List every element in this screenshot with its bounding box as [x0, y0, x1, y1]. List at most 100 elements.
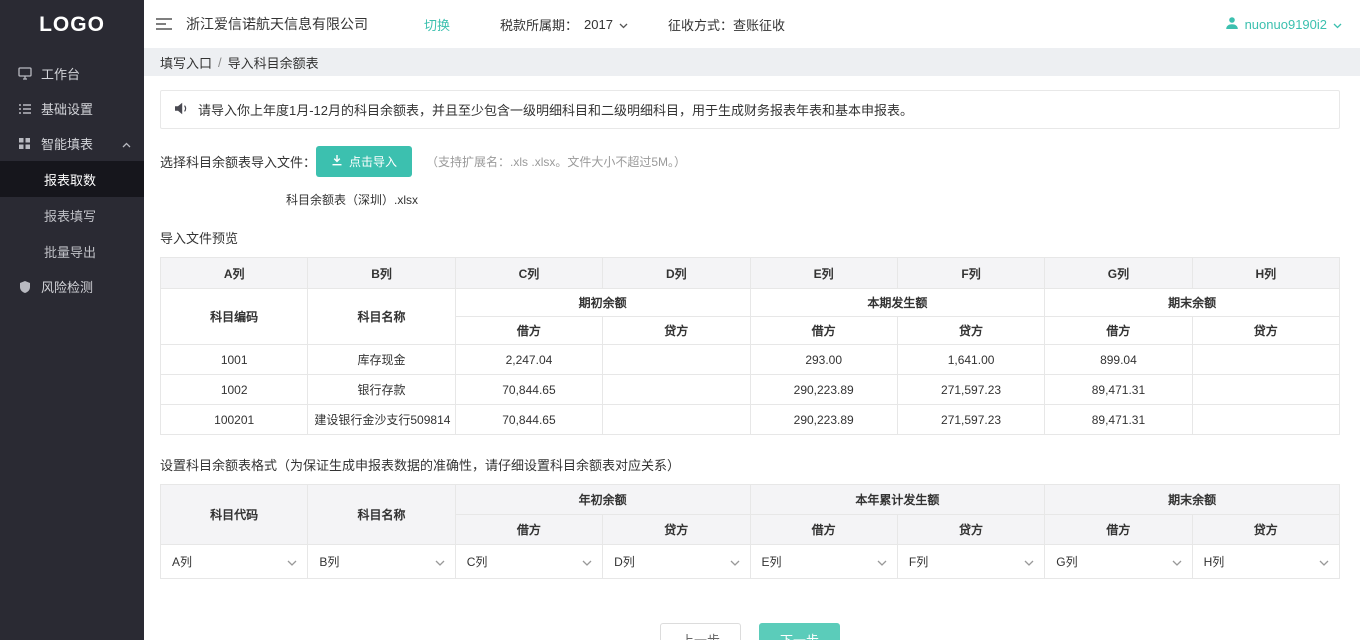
upload-label: 选择科目余额表导入文件：: [160, 152, 316, 171]
sidebar-item-report-fetch[interactable]: 报表取数: [0, 161, 144, 197]
switch-company-link[interactable]: 切换: [424, 15, 450, 34]
table-row: 100201 建设银行金沙支行509814 70,844.65 290,223.…: [161, 405, 1340, 435]
cell-code: 100201: [161, 405, 308, 435]
column-header: B列: [308, 258, 455, 289]
file-extension-hint: （支持扩展名：.xls .xlsx。文件大小不超过5M。）: [426, 153, 686, 170]
sidebar-menu: 工作台 基础设置 智能填表 报表取数 报表填写: [0, 50, 144, 304]
cell-value: 271,597.23: [897, 375, 1044, 405]
cell-name: 库存现金: [308, 345, 455, 375]
mapping-select-end-credit[interactable]: H列: [1193, 545, 1339, 578]
chevron-down-icon: [1024, 555, 1034, 569]
import-button-label: 点击导入: [349, 153, 397, 170]
breadcrumb-page: 导入科目余额表: [228, 53, 319, 72]
cell-name: 银行存款: [308, 375, 455, 405]
sidebar-item-workbench[interactable]: 工作台: [0, 56, 144, 91]
chevron-down-icon: [1319, 555, 1329, 569]
preview-title: 导入文件预览: [160, 228, 1340, 247]
company-name: 浙江爱信诺航天信息有限公司: [186, 14, 368, 34]
menu-toggle-icon[interactable]: [156, 18, 172, 30]
group-header: 年初余额: [455, 485, 750, 515]
mapping-select-end-debit[interactable]: G列: [1045, 545, 1191, 578]
shield-icon: [17, 280, 32, 294]
group-header: 本年累计发生额: [750, 485, 1045, 515]
column-header: F列: [897, 258, 1044, 289]
user-icon: [1225, 16, 1239, 33]
notice-banner: 请导入你上年度1月-12月的科目余额表，并且至少包含一级明细科目和二级明细科目，…: [160, 90, 1340, 129]
chevron-down-icon: [1333, 17, 1342, 32]
select-value: C列: [467, 553, 488, 570]
cell-value: 1,641.00: [897, 345, 1044, 375]
import-button[interactable]: 点击导入: [316, 146, 412, 177]
cell-code: 1001: [161, 345, 308, 375]
select-value: D列: [614, 553, 635, 570]
name-header: 科目名称: [308, 289, 455, 345]
credit-header: 贷方: [603, 515, 750, 545]
tax-period-value: 2017: [584, 17, 613, 32]
mapping-select-name[interactable]: B列: [308, 545, 454, 578]
chevron-down-icon: [619, 17, 628, 32]
name-header: 科目名称: [308, 485, 455, 545]
main: 浙江爱信诺航天信息有限公司 切换 税款所属期： 2017 征收方式：查账征收 n…: [144, 0, 1360, 640]
workbench-icon: [17, 67, 32, 80]
debit-header: 借方: [455, 515, 602, 545]
sidebar: LOGO 工作台 基础设置 智能填表: [0, 0, 144, 640]
debit-header: 借方: [750, 317, 897, 345]
group-header: 本期发生额: [750, 289, 1045, 317]
sidebar-item-risk-check[interactable]: 风险检测: [0, 269, 144, 304]
user-menu[interactable]: nuonuo9190i2: [1225, 16, 1342, 33]
uploaded-filename: 科目余额表（深圳）.xlsx: [286, 191, 1340, 208]
sidebar-item-label: 报表取数: [44, 170, 96, 189]
cell-name: 建设银行金沙支行509814: [308, 405, 455, 435]
column-header: G列: [1045, 258, 1192, 289]
mapping-select-code[interactable]: A列: [161, 545, 307, 578]
cell-value: 293.00: [750, 345, 897, 375]
sidebar-item-label: 工作台: [41, 64, 80, 83]
sidebar-item-report-fill[interactable]: 报表填写: [0, 197, 144, 233]
sidebar-item-basic-settings[interactable]: 基础设置: [0, 91, 144, 126]
sidebar-item-smart-form[interactable]: 智能填表: [0, 126, 144, 161]
breadcrumb-separator: /: [218, 55, 222, 70]
sidebar-item-label: 报表填写: [44, 206, 96, 225]
list-settings-icon: [17, 103, 32, 115]
cell-code: 1002: [161, 375, 308, 405]
select-value: F列: [909, 553, 928, 570]
credit-header: 贷方: [897, 515, 1044, 545]
sidebar-item-batch-export[interactable]: 批量导出: [0, 233, 144, 269]
table-row: 1002 银行存款 70,844.65 290,223.89 271,597.2…: [161, 375, 1340, 405]
credit-header: 贷方: [603, 317, 750, 345]
sidebar-item-label: 批量导出: [44, 242, 96, 261]
cell-value: [1192, 345, 1339, 375]
prev-button[interactable]: 上一步: [660, 623, 741, 640]
column-header: E列: [750, 258, 897, 289]
code-header: 科目代码: [161, 485, 308, 545]
debit-header: 借方: [1045, 317, 1192, 345]
tax-period-select[interactable]: 税款所属期： 2017: [500, 15, 628, 34]
mapping-select-open-credit[interactable]: D列: [603, 545, 749, 578]
cell-value: 70,844.65: [455, 375, 602, 405]
mapping-select-open-debit[interactable]: C列: [456, 545, 602, 578]
mapping-title: 设置科目余额表格式（为保证生成申报表数据的准确性，请仔细设置科目余额表对应关系）: [160, 455, 1340, 474]
grid-icon: [17, 137, 32, 150]
footer-buttons: 上一步 下一步: [160, 623, 1340, 640]
cell-value: 899.04: [1045, 345, 1192, 375]
speaker-icon: [174, 102, 189, 118]
group-header: 期初余额: [455, 289, 750, 317]
table-row: 1001 库存现金 2,247.04 293.00 1,641.00 899.0…: [161, 345, 1340, 375]
group-header: 期末余额: [1045, 485, 1340, 515]
next-button[interactable]: 下一步: [759, 623, 840, 640]
credit-header: 贷方: [1192, 515, 1339, 545]
mapping-select-period-debit[interactable]: E列: [751, 545, 897, 578]
column-header: A列: [161, 258, 308, 289]
cell-value: 89,471.31: [1045, 405, 1192, 435]
mapping-select-period-credit[interactable]: F列: [898, 545, 1044, 578]
column-header: D列: [603, 258, 750, 289]
column-header: H列: [1192, 258, 1339, 289]
breadcrumb: 填写入口 / 导入科目余额表: [144, 48, 1360, 76]
breadcrumb-section[interactable]: 填写入口: [160, 53, 212, 72]
chevron-down-icon: [730, 555, 740, 569]
credit-header: 贷方: [897, 317, 1044, 345]
cell-value: 290,223.89: [750, 405, 897, 435]
chevron-down-icon: [287, 555, 297, 569]
select-value: B列: [319, 553, 339, 570]
sidebar-item-label: 风险检测: [41, 277, 93, 296]
